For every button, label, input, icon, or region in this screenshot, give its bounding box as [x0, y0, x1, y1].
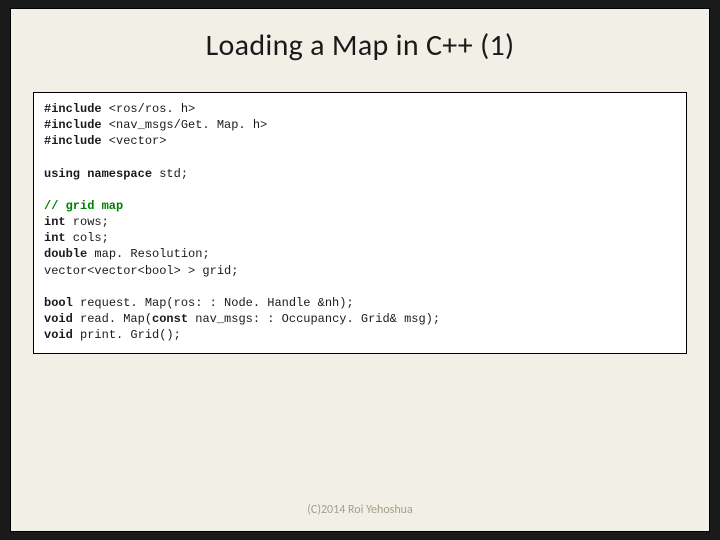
blank-line: [44, 150, 676, 166]
code-line: int rows;: [44, 214, 676, 230]
code-line: bool request. Map(ros: : Node. Handle &n…: [44, 295, 676, 311]
code-box: #include <ros/ros. h> #include <nav_msgs…: [33, 92, 687, 354]
slide: Loading a Map in C++ (1) #include <ros/r…: [10, 8, 710, 532]
code-line: void print. Grid();: [44, 327, 676, 343]
copyright-footer: (C)2014 Roi Yehoshua: [11, 503, 709, 517]
code-line: using namespace std;: [44, 166, 676, 182]
code-line: #include <vector>: [44, 133, 676, 149]
code-line: vector<vector<bool> > grid;: [44, 263, 676, 279]
slide-title: Loading a Map in C++ (1): [11, 27, 709, 64]
blank-line: [44, 279, 676, 295]
code-line: void read. Map(const nav_msgs: : Occupan…: [44, 311, 676, 327]
code-comment: // grid map: [44, 198, 676, 214]
code-line: #include <ros/ros. h>: [44, 101, 676, 117]
code-line: int cols;: [44, 230, 676, 246]
code-line: double map. Resolution;: [44, 246, 676, 262]
blank-line: [44, 182, 676, 198]
code-line: #include <nav_msgs/Get. Map. h>: [44, 117, 676, 133]
